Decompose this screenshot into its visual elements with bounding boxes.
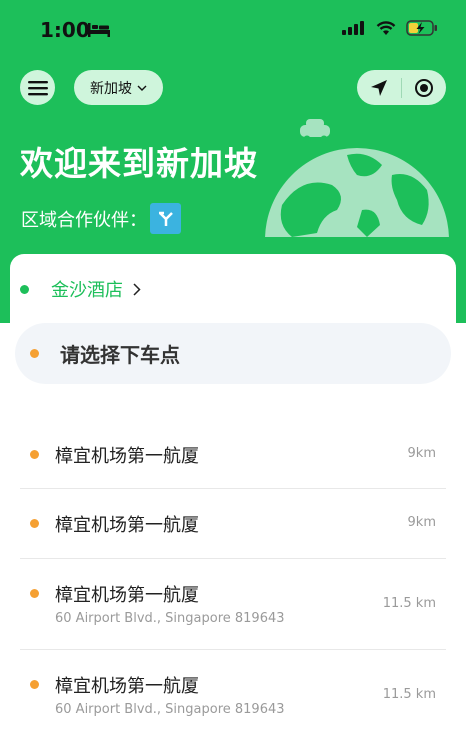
pickup-label: 金沙酒店 [51,280,123,301]
status-indicators [342,20,438,36]
menu-button[interactable] [20,70,55,105]
car-icon [300,119,330,143]
destination-name: 樟宜机场第一航厦 [55,676,199,697]
destination-name: 樟宜机场第一航厦 [55,446,199,467]
city-label: 新加坡 [90,80,132,97]
destination-address: 60 Airport Blvd., Singapore 819643 [55,702,285,717]
destination-item[interactable]: 樟宜机场第一航厦 60 Airport Blvd., Singapore 819… [20,650,446,740]
hamburger-menu-icon [27,80,48,95]
chevron-right-icon [133,282,141,296]
destination-item[interactable]: 樟宜机场第一航厦 9km [20,489,446,559]
target-icon [415,78,433,97]
location-controls [357,70,446,105]
navigation-arrow-icon [371,79,387,96]
destination-name: 樟宜机场第一航厦 [55,515,199,536]
pickup-dot [20,284,29,294]
partner-logo-icon [158,211,173,226]
cellular-signal-icon [342,21,364,35]
dropoff-dot [30,349,39,358]
battery-charging-icon [406,20,437,36]
dropoff-input[interactable]: 请选择下车点 [15,323,451,384]
dropoff-placeholder: 请选择下车点 [60,343,180,367]
status-time: 1:00 [40,18,90,42]
destination-name: 樟宜机场第一航厦 [55,585,199,606]
destination-dot [30,450,39,459]
destination-dot [30,519,39,528]
pickup-location[interactable]: 金沙酒店 [20,270,141,308]
destination-dot [30,589,39,598]
destination-distance: 11.5 km [382,687,436,702]
partner-logo [150,203,181,234]
destination-list: 樟宜机场第一航厦 9km 樟宜机场第一航厦 9km 樟宜机场第一航厦 60 Ai… [20,420,446,740]
chevron-down-icon [137,85,147,91]
destination-item[interactable]: 樟宜机场第一航厦 60 Airport Blvd., Singapore 819… [20,559,446,650]
locate-me-button[interactable] [402,70,446,105]
destination-distance: 9km [407,446,436,461]
destination-distance: 11.5 km [382,596,436,611]
globe-illustration [265,119,449,237]
city-selector[interactable]: 新加坡 [74,70,163,105]
destination-dot [30,680,39,689]
welcome-title: 欢迎来到新加坡 [20,144,258,183]
navigate-button[interactable] [357,70,401,105]
destination-item[interactable]: 樟宜机场第一航厦 9km [20,420,446,489]
bed-icon [88,23,110,37]
partner-label: 区域合作伙伴： [21,210,147,231]
wifi-icon [376,20,396,35]
destination-address: 60 Airport Blvd., Singapore 819643 [55,611,285,626]
destination-distance: 9km [407,515,436,530]
